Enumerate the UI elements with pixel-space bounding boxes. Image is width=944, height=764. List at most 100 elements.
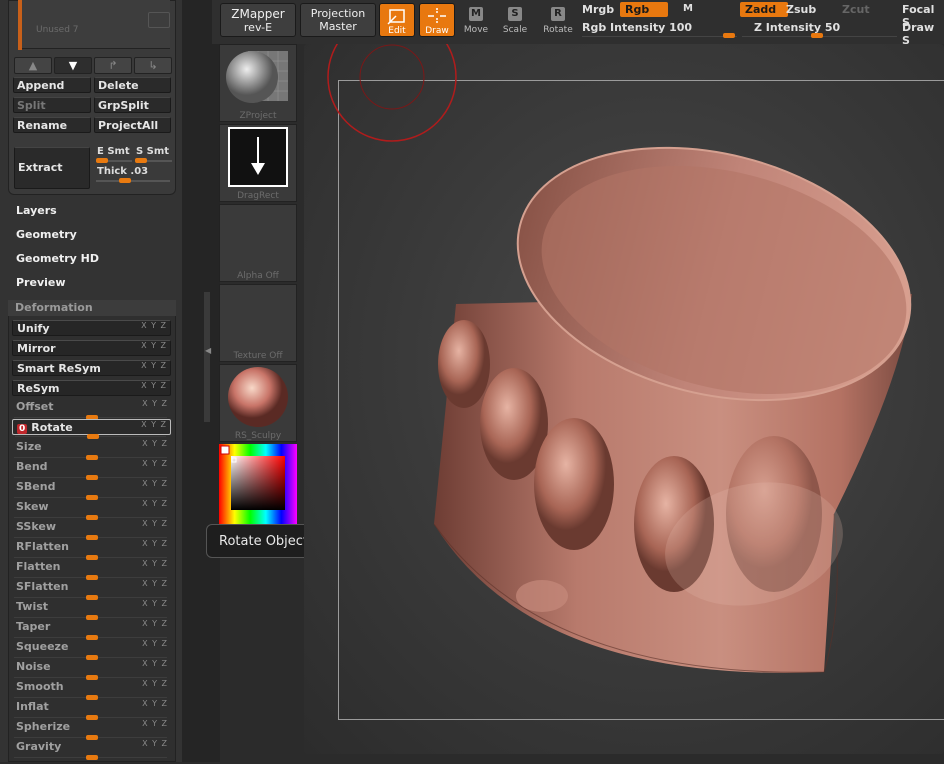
deform-slider-knob[interactable] <box>86 755 98 760</box>
draw-tool[interactable]: Draw <box>419 3 455 37</box>
axis-toggle[interactable]: X Y Z <box>142 599 168 608</box>
deform-sskew[interactable]: SSkew X Y Z <box>12 519 171 540</box>
deform-smart-resym[interactable]: Smart ReSym X Y Z <box>12 360 171 376</box>
axis-toggle[interactable]: X Y Z <box>142 499 168 508</box>
relief-face-1 <box>438 320 490 408</box>
deform-sbend[interactable]: SBend X Y Z <box>12 479 171 500</box>
mrgb-toggle[interactable]: Mrgb <box>582 3 614 16</box>
axis-toggle[interactable]: X Y Z <box>142 399 168 408</box>
deform-flatten[interactable]: Flatten X Y Z <box>12 559 171 580</box>
deform-skew[interactable]: Skew X Y Z <box>12 499 171 520</box>
deform-resym[interactable]: ReSym X Y Z <box>12 380 171 396</box>
menu-geometry-hd[interactable]: Geometry HD <box>16 252 99 265</box>
rgb-intensity-label: Rgb Intensity 100 <box>582 21 693 34</box>
axis-toggle[interactable]: X Y Z <box>142 619 168 628</box>
thick-slider[interactable] <box>96 180 170 182</box>
deform-smooth[interactable]: Smooth X Y Z <box>12 679 171 700</box>
axis-toggle[interactable]: X Y Z <box>142 479 168 488</box>
append-button[interactable]: Append <box>13 77 91 93</box>
axis-toggle[interactable]: X Y Z <box>141 321 167 330</box>
rgb-intensity-slider[interactable] <box>582 36 737 37</box>
deform-bend[interactable]: Bend X Y Z <box>12 459 171 480</box>
extract-button[interactable]: Extract <box>14 147 90 189</box>
grpsplit-button[interactable]: GrpSplit <box>94 97 171 113</box>
deform-squeeze[interactable]: Squeeze X Y Z <box>12 639 171 660</box>
axis-toggle[interactable]: X Y Z <box>142 459 168 468</box>
dragrect-tile[interactable]: DragRect <box>219 124 297 202</box>
projectall-button[interactable]: ProjectAll <box>94 117 171 133</box>
arrow-down-icon[interactable]: ▼ <box>54 57 92 74</box>
tooltip-text: Rotate Object <box>219 534 309 549</box>
scale-tool[interactable]: S Scale <box>497 3 533 37</box>
deform-unify[interactable]: Unify X Y Z <box>12 320 171 336</box>
move-tool[interactable]: M Move <box>458 3 494 37</box>
panel-divider-handle[interactable] <box>204 292 210 422</box>
deform-rflatten[interactable]: RFlatten X Y Z <box>12 539 171 560</box>
deform-rotate[interactable]: 0 Rotate X Y Z <box>12 419 171 439</box>
color-picker[interactable] <box>219 444 297 526</box>
zsub-toggle[interactable]: Zsub <box>786 3 816 16</box>
axis-toggle[interactable]: X Y Z <box>141 381 167 390</box>
z-intensity-knob[interactable] <box>811 33 823 38</box>
collapse-arrow-icon[interactable]: ◀ <box>205 346 211 356</box>
rgb-intensity-knob[interactable] <box>723 33 735 38</box>
zadd-toggle[interactable]: Zadd <box>740 2 788 17</box>
deform-label: Bend <box>16 460 48 473</box>
deform-size[interactable]: Size X Y Z <box>12 439 171 460</box>
zmapper-button[interactable]: ZMapper rev-E <box>220 3 296 37</box>
menu-preview[interactable]: Preview <box>16 276 66 289</box>
projection-master-button[interactable]: Projection Master <box>300 3 376 37</box>
alpha-tile[interactable]: Alpha Off <box>219 204 297 282</box>
arrow-redo-icon[interactable]: ↱ <box>94 57 132 74</box>
arrow-return-icon[interactable]: ↳ <box>134 57 172 74</box>
delete-button[interactable]: Delete <box>94 77 171 93</box>
deform-label: Unify <box>17 322 50 335</box>
rename-button[interactable]: Rename <box>13 117 91 133</box>
axis-toggle[interactable]: X Y Z <box>142 439 168 448</box>
m-toggle[interactable]: M <box>683 3 693 14</box>
deform-label: RFlatten <box>16 540 69 553</box>
deform-noise[interactable]: Noise X Y Z <box>12 659 171 680</box>
material-tile[interactable]: RS_Sculpy <box>219 364 297 442</box>
axis-toggle[interactable]: X Y Z <box>142 659 168 668</box>
axis-toggle[interactable]: X Y Z <box>142 639 168 648</box>
deform-mirror[interactable]: Mirror X Y Z <box>12 340 171 356</box>
axis-toggle[interactable]: X Y Z <box>141 341 167 350</box>
deform-label: Skew <box>16 500 49 513</box>
deform-sflatten[interactable]: SFlatten X Y Z <box>12 579 171 600</box>
deformation-header[interactable]: Deformation <box>8 300 176 316</box>
axis-toggle[interactable]: X Y Z <box>142 519 168 528</box>
deform-offset[interactable]: Offset X Y Z <box>12 399 171 420</box>
zproject-tile[interactable]: ZProject <box>219 44 297 122</box>
deform-inflat[interactable]: Inflat X Y Z <box>12 699 171 720</box>
deform-spherize[interactable]: Spherize X Y Z <box>12 719 171 740</box>
projection-line2: Master <box>319 20 357 33</box>
arrow-up-icon[interactable]: ▲ <box>14 57 52 74</box>
split-button[interactable]: Split <box>13 97 91 113</box>
subtool-visibility-toggle[interactable] <box>148 12 170 28</box>
zcut-toggle[interactable]: Zcut <box>842 3 870 16</box>
deform-twist[interactable]: Twist X Y Z <box>12 599 171 620</box>
axis-toggle[interactable]: X Y Z <box>142 699 168 708</box>
rotate-tool[interactable]: R Rotate <box>540 3 576 37</box>
axis-toggle[interactable]: X Y Z <box>142 579 168 588</box>
axis-toggle[interactable]: X Y Z <box>142 559 168 568</box>
axis-toggle[interactable]: X Y Z <box>141 420 167 429</box>
axis-toggle[interactable]: X Y Z <box>141 361 167 370</box>
axis-toggle[interactable]: X Y Z <box>142 539 168 548</box>
axis-toggle[interactable]: X Y Z <box>142 679 168 688</box>
axis-toggle[interactable]: X Y Z <box>142 739 168 748</box>
edit-tool[interactable]: Edit <box>379 3 415 37</box>
menu-layers[interactable]: Layers <box>16 204 57 217</box>
deform-taper[interactable]: Taper X Y Z <box>12 619 171 640</box>
e-smt-knob[interactable] <box>96 158 108 163</box>
axis-toggle[interactable]: X Y Z <box>142 719 168 728</box>
texture-tile[interactable]: Texture Off <box>219 284 297 362</box>
deform-label: Noise <box>16 660 51 673</box>
color-picker-spectrum[interactable] <box>219 444 297 526</box>
thick-knob[interactable] <box>119 178 131 183</box>
menu-geometry[interactable]: Geometry <box>16 228 77 241</box>
s-smt-knob[interactable] <box>135 158 147 163</box>
rgb-toggle[interactable]: Rgb <box>620 2 668 17</box>
deform-gravity[interactable]: Gravity X Y Z <box>12 739 171 760</box>
